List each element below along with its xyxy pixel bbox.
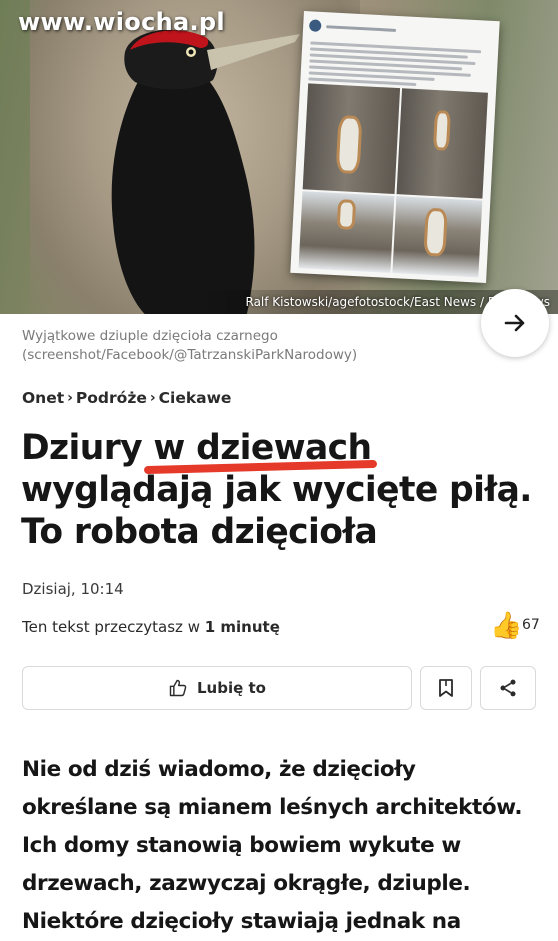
bookmark-icon — [439, 679, 453, 697]
breadcrumb-separator: › — [67, 390, 73, 406]
reaction-count: 67 — [522, 617, 540, 633]
like-button[interactable]: Lubię to — [22, 666, 412, 710]
breadcrumb-item-podroze[interactable]: Podróże — [76, 389, 147, 407]
article-lead: Nie od dziś wiadomo, że dzięcioły określ… — [22, 757, 523, 934]
page-logo-icon — [308, 19, 322, 32]
embedded-facebook-post — [290, 11, 500, 283]
watermark: www.wiocha.pl — [18, 8, 225, 36]
share-button[interactable] — [480, 666, 536, 710]
share-icon — [500, 679, 516, 697]
arrow-right-icon — [504, 314, 525, 332]
article-title: Dziury w dziewach wyglądają jak wycięte … — [21, 428, 532, 552]
tree-hollow-photo — [298, 191, 395, 273]
breadcrumb-separator: › — [149, 390, 156, 406]
breadcrumb-item-ciekawe[interactable]: Ciekawe — [159, 389, 232, 407]
thumbs-up-reaction-icon[interactable]: 👍 — [490, 611, 522, 641]
tree-hollow-photo — [396, 88, 488, 199]
woodpecker-illustration — [111, 29, 300, 314]
like-button-label: Lubię to — [197, 679, 266, 697]
read-time-prefix: Ten tekst przeczytasz w — [22, 618, 205, 636]
next-article-button[interactable] — [481, 289, 549, 357]
post-photo-grid — [298, 83, 488, 278]
read-time-value: 1 minutę — [204, 618, 280, 636]
hero-image: www.wiocha.pl Ralf Kistowski/agefotostoc… — [0, 0, 558, 314]
article-date: Dzisiaj, 10:14 — [22, 580, 124, 598]
breadcrumb: Onet › Podróże › Ciekawe — [22, 389, 231, 407]
bookmark-button[interactable] — [420, 666, 472, 710]
thumbs-up-icon — [169, 679, 187, 697]
photo-caption: Wyjątkowe dziuple dzięcioła czarnego (sc… — [22, 328, 358, 363]
breadcrumb-item-onet[interactable]: Onet — [22, 389, 64, 407]
tree-hollow-photo — [302, 83, 401, 195]
read-time: Ten tekst przeczytasz w 1 minutę — [22, 618, 280, 636]
tree-hollow-photo — [392, 196, 483, 278]
